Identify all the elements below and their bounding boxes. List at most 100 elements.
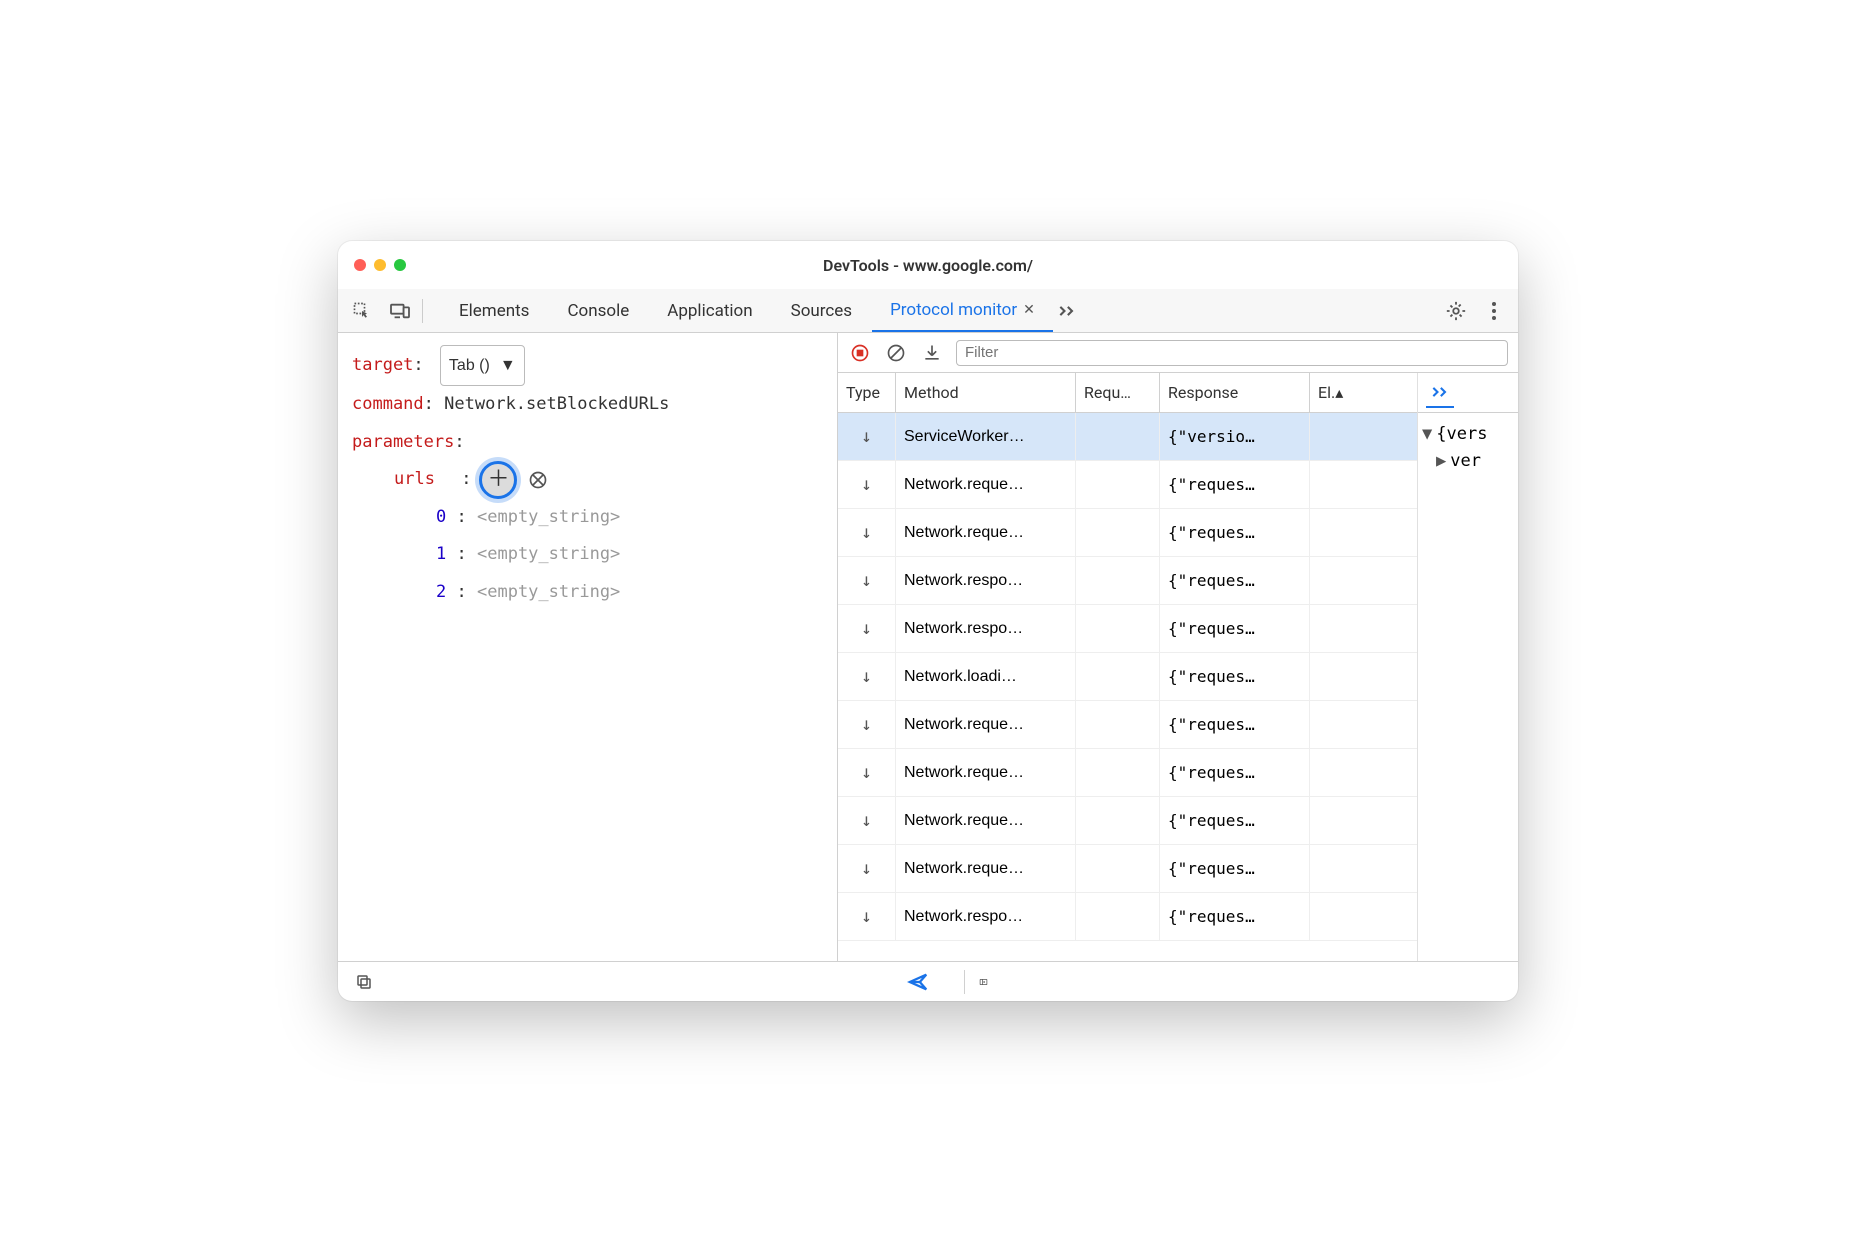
cell-type: ↓ bbox=[838, 845, 896, 892]
cell-elapsed bbox=[1310, 509, 1417, 556]
cell-type: ↓ bbox=[838, 461, 896, 508]
more-menu-icon[interactable] bbox=[1482, 299, 1506, 323]
cell-type: ↓ bbox=[838, 557, 896, 604]
table-row[interactable]: ↓ Network.respo… {"reques… bbox=[838, 893, 1417, 941]
table-row[interactable]: ↓ Network.reque… {"reques… bbox=[838, 749, 1417, 797]
caret-right-icon: ▶ bbox=[1436, 451, 1446, 471]
main-content: target: Tab () ▼ command: Network.setBlo… bbox=[338, 333, 1518, 961]
cell-method: Network.reque… bbox=[896, 797, 1076, 844]
window-title: DevTools - www.google.com/ bbox=[338, 256, 1518, 275]
record-button[interactable] bbox=[848, 341, 872, 365]
tab-console[interactable]: Console bbox=[549, 289, 647, 332]
tab-protocol-monitor[interactable]: Protocol monitor ✕ bbox=[872, 289, 1053, 332]
table-row[interactable]: ↓ Network.reque… {"reques… bbox=[838, 797, 1417, 845]
urls-label: urls bbox=[394, 461, 435, 498]
tab-elements[interactable]: Elements bbox=[441, 289, 547, 332]
column-request[interactable]: Requ… bbox=[1076, 373, 1160, 412]
settings-icon[interactable] bbox=[1444, 299, 1468, 323]
url-value: <empty_string> bbox=[477, 507, 620, 527]
inspect-element-icon[interactable] bbox=[350, 299, 374, 323]
cell-elapsed bbox=[1310, 653, 1417, 700]
table-row[interactable]: ↓ Network.reque… {"reques… bbox=[838, 461, 1417, 509]
column-response[interactable]: Response bbox=[1160, 373, 1310, 412]
cell-method: Network.respo… bbox=[896, 605, 1076, 652]
table-row[interactable]: ↓ ServiceWorker… {"versio… bbox=[838, 413, 1417, 461]
cell-request bbox=[1076, 413, 1160, 460]
close-tab-icon[interactable]: ✕ bbox=[1023, 302, 1035, 318]
filter-input[interactable] bbox=[956, 340, 1508, 366]
column-type[interactable]: Type bbox=[838, 373, 896, 412]
copy-icon[interactable] bbox=[352, 970, 376, 994]
target-dropdown[interactable]: Tab () ▼ bbox=[440, 345, 525, 386]
cell-elapsed bbox=[1310, 461, 1417, 508]
save-button[interactable] bbox=[920, 341, 944, 365]
cell-method: Network.reque… bbox=[896, 701, 1076, 748]
cell-response: {"reques… bbox=[1160, 653, 1310, 700]
command-value: Network.setBlockedURLs bbox=[444, 394, 669, 414]
minimize-window-button[interactable] bbox=[374, 259, 386, 271]
devtools-window: DevTools - www.google.com/ Elements Cons… bbox=[338, 241, 1518, 1001]
cell-response: {"reques… bbox=[1160, 845, 1310, 892]
cell-type: ↓ bbox=[838, 653, 896, 700]
cell-response: {"reques… bbox=[1160, 749, 1310, 796]
cell-request bbox=[1076, 605, 1160, 652]
cell-method: Network.loadi… bbox=[896, 653, 1076, 700]
command-row: command: Network.setBlockedURLs bbox=[352, 386, 823, 423]
tab-label: Elements bbox=[459, 301, 529, 321]
parameters-row: parameters: bbox=[352, 424, 823, 461]
clear-urls-button[interactable] bbox=[525, 467, 551, 493]
toggle-sidebar-icon[interactable] bbox=[964, 970, 988, 994]
cell-method: Network.reque… bbox=[896, 845, 1076, 892]
cell-method: Network.reque… bbox=[896, 509, 1076, 556]
column-method[interactable]: Method bbox=[896, 373, 1076, 412]
url-value: <empty_string> bbox=[477, 582, 620, 602]
send-command-button[interactable] bbox=[906, 970, 930, 994]
detail-tabs bbox=[1418, 373, 1518, 413]
cell-response: {"reques… bbox=[1160, 509, 1310, 556]
clear-button[interactable] bbox=[884, 341, 908, 365]
cell-type: ↓ bbox=[838, 701, 896, 748]
table-row[interactable]: ↓ Network.respo… {"reques… bbox=[838, 557, 1417, 605]
detail-tree[interactable]: ▼{vers ▶ver bbox=[1418, 413, 1518, 961]
close-window-button[interactable] bbox=[354, 259, 366, 271]
detail-child: ver bbox=[1450, 451, 1481, 471]
tab-label: Console bbox=[567, 301, 629, 321]
cell-method: ServiceWorker… bbox=[896, 413, 1076, 460]
column-elapsed[interactable]: El.▴ bbox=[1310, 373, 1417, 412]
tab-application[interactable]: Application bbox=[649, 289, 770, 332]
messages-table: Type Method Requ… Response El.▴ ↓ Servic… bbox=[838, 373, 1418, 961]
tab-strip: Elements Console Application Sources Pro… bbox=[441, 289, 1424, 332]
cell-type: ↓ bbox=[838, 413, 896, 460]
table-row[interactable]: ↓ Network.reque… {"reques… bbox=[838, 509, 1417, 557]
maximize-window-button[interactable] bbox=[394, 259, 406, 271]
url-item[interactable]: 2 : <empty_string> bbox=[352, 574, 823, 611]
device-toolbar-icon[interactable] bbox=[388, 299, 412, 323]
url-index: 0 bbox=[436, 507, 446, 527]
add-url-button[interactable]: ＋ bbox=[479, 461, 517, 499]
cell-method: Network.reque… bbox=[896, 461, 1076, 508]
titlebar: DevTools - www.google.com/ bbox=[338, 241, 1518, 289]
cell-response: {"reques… bbox=[1160, 797, 1310, 844]
cell-response: {"reques… bbox=[1160, 701, 1310, 748]
cell-response: {"reques… bbox=[1160, 605, 1310, 652]
url-item[interactable]: 0 : <empty_string> bbox=[352, 499, 823, 536]
table-row[interactable]: ↓ Network.reque… {"reques… bbox=[838, 701, 1417, 749]
messages-toolbar bbox=[838, 333, 1518, 373]
target-label: target bbox=[352, 355, 413, 375]
tab-label: Application bbox=[667, 301, 752, 321]
cell-type: ↓ bbox=[838, 893, 896, 940]
command-label: command bbox=[352, 394, 424, 414]
plus-icon: ＋ bbox=[487, 469, 509, 491]
table-row[interactable]: ↓ Network.respo… {"reques… bbox=[838, 605, 1417, 653]
detail-tab-more[interactable] bbox=[1426, 378, 1454, 408]
cell-response: {"reques… bbox=[1160, 893, 1310, 940]
cell-type: ↓ bbox=[838, 749, 896, 796]
table-row[interactable]: ↓ Network.loadi… {"reques… bbox=[838, 653, 1417, 701]
more-tabs-icon[interactable] bbox=[1055, 299, 1079, 323]
urls-row: urls : ＋ bbox=[352, 461, 823, 499]
url-item[interactable]: 1 : <empty_string> bbox=[352, 536, 823, 573]
url-index: 1 bbox=[436, 544, 446, 564]
table-row[interactable]: ↓ Network.reque… {"reques… bbox=[838, 845, 1417, 893]
tab-sources[interactable]: Sources bbox=[773, 289, 870, 332]
tab-label: Sources bbox=[791, 301, 852, 321]
